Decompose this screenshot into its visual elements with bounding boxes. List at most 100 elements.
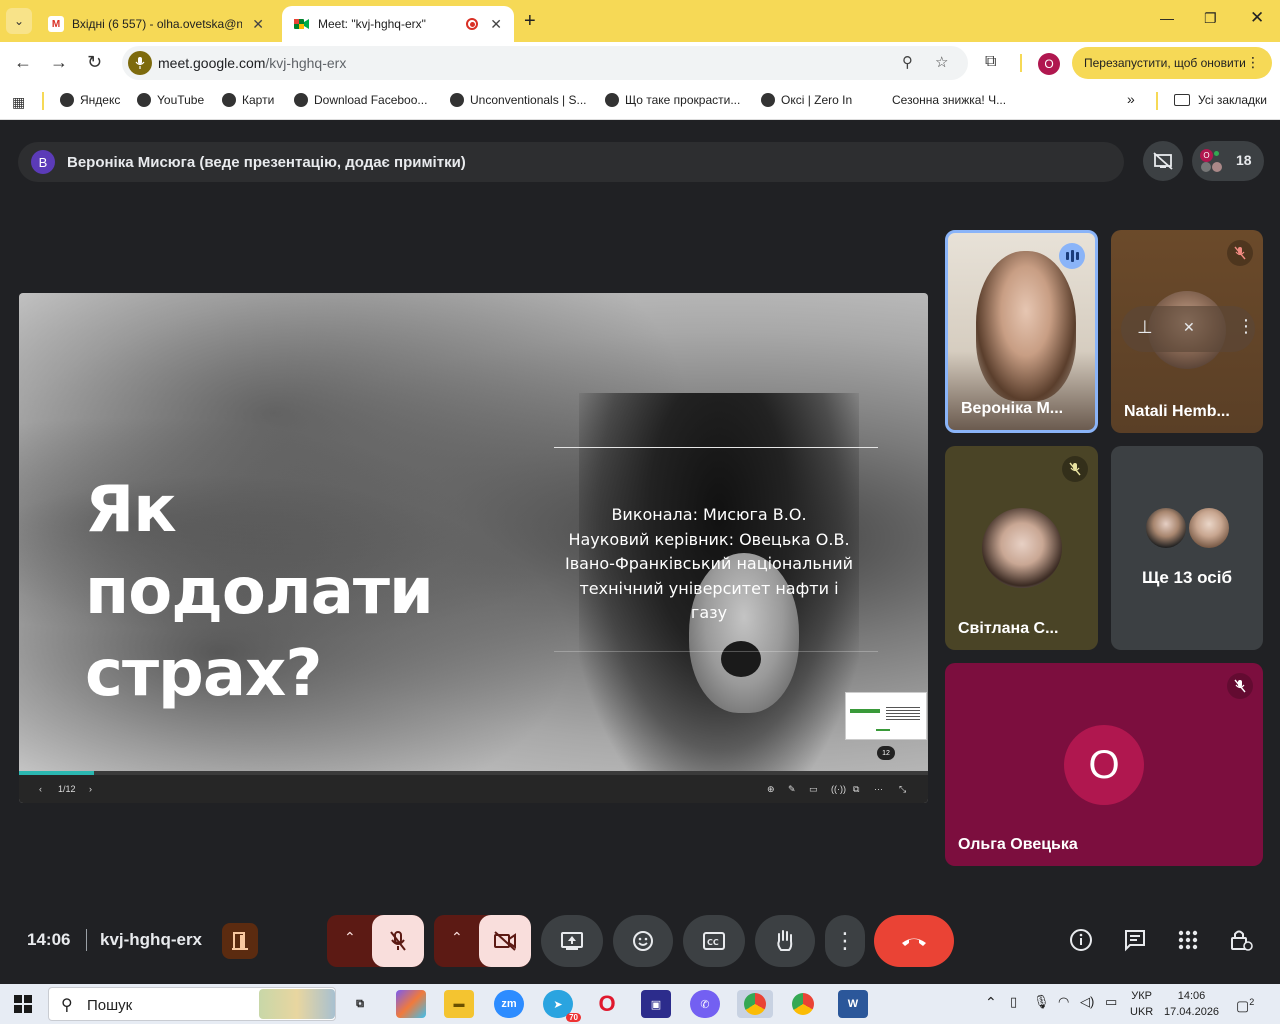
file-explorer-icon[interactable]: ▬ <box>444 990 474 1018</box>
pin-icon[interactable]: ⊥ <box>1137 317 1153 338</box>
audio-options-chevron-icon[interactable]: ⌃ <box>344 929 356 946</box>
apps-grid-icon[interactable]: ▦ <box>12 94 25 111</box>
close-tab-icon[interactable]: ✕ <box>490 16 502 33</box>
battery-icon[interactable]: ▭ <box>1105 994 1117 1010</box>
task-view-icon[interactable]: ⧉ <box>345 990 375 1018</box>
maximize-icon[interactable]: ❐ <box>1204 10 1217 27</box>
host-controls-button[interactable] <box>1226 925 1256 955</box>
participant-tile-natali[interactable]: ⊥ ✕ ⋮ Natali Hemb... <box>1111 230 1263 433</box>
bookmark-label: Що таке прокрасти... <box>625 93 741 107</box>
bookmark-item[interactable]: Яндекс <box>60 93 120 107</box>
chat-button[interactable] <box>1120 925 1150 955</box>
hide-presentation-button[interactable] <box>1143 141 1183 181</box>
bookmark-item[interactable]: Карти <box>222 93 274 107</box>
search-icon: ⚲ <box>61 997 73 1014</box>
microphone-permission-icon[interactable] <box>128 51 152 75</box>
raise-hand-button[interactable] <box>755 915 815 967</box>
keyboard-language[interactable]: УКР UKR <box>1130 988 1153 1020</box>
tab-meet[interactable]: Meet: "kvj-hghq-erx" ✕ <box>282 6 514 42</box>
participant-tile-olha[interactable]: О Ольга Овецька <box>945 663 1263 866</box>
volume-icon[interactable]: ◁) <box>1080 994 1094 1010</box>
back-icon[interactable]: ← <box>14 52 32 73</box>
more-menu-icon[interactable]: ⋮ <box>1246 54 1260 71</box>
tray-expand-icon[interactable]: ⌃ <box>985 994 997 1010</box>
minimize-icon[interactable]: — <box>1160 10 1174 26</box>
taskbar-clock[interactable]: 14:06 17.04.2026 <box>1164 988 1219 1020</box>
participant-tile-others[interactable]: Ще 13 осіб <box>1111 446 1263 650</box>
tab-gmail[interactable]: M Вхідні (6 557) - olha.ovetska@n ✕ <box>36 6 276 42</box>
zoom-icon[interactable]: ⚲ <box>902 53 913 71</box>
more-slide-icon[interactable]: ··· <box>874 784 883 794</box>
more-options-button[interactable]: ⋮ <box>825 915 865 967</box>
bookmark-item[interactable]: Сезонна знижка! Ч... <box>892 93 1006 107</box>
word-icon[interactable]: W <box>838 990 868 1018</box>
bookmark-item[interactable]: Що таке прокрасти... <box>605 93 740 107</box>
bookmark-star-icon[interactable]: ☆ <box>935 53 948 71</box>
zoom-app-icon[interactable]: zm <box>494 990 524 1018</box>
bookmarks-bar: ▦ Яндекс YouTube Карти Download Faceboo.… <box>0 84 1280 120</box>
participant-tile-veronika[interactable]: Вероніка М... <box>945 230 1098 433</box>
pen-icon[interactable]: ✎ <box>788 784 796 795</box>
video-options-chevron-icon[interactable]: ⌃ <box>451 929 463 946</box>
host-controls-door-icon[interactable] <box>222 923 258 959</box>
globe-icon <box>450 93 464 107</box>
bookmark-item[interactable]: YouTube <box>137 93 204 107</box>
telegram-icon[interactable]: ➤ 70 <box>543 990 581 1022</box>
tile-more-icon[interactable]: ⋮ <box>1237 316 1255 337</box>
notifications-icon[interactable]: ▢2 <box>1236 994 1254 1014</box>
bookmark-item[interactable]: Unconventionals | S... <box>450 93 587 107</box>
forward-icon[interactable]: → <box>50 52 68 73</box>
all-bookmarks-button[interactable]: Усі закладки <box>1174 93 1267 107</box>
meeting-details-button[interactable] <box>1066 925 1096 955</box>
profile-avatar[interactable]: O <box>1038 53 1060 75</box>
next-slide-icon[interactable]: › <box>89 784 92 794</box>
more-bookmarks-icon[interactable]: » <box>1127 91 1135 107</box>
leave-call-button[interactable] <box>874 915 954 967</box>
wifi-icon[interactable]: ◠ <box>1058 994 1069 1010</box>
exit-fullscreen-icon[interactable]: ⤡ <box>899 784 906 795</box>
prev-slide-icon[interactable]: ‹ <box>39 784 42 794</box>
bookmark-item[interactable]: Download Faceboo... <box>294 93 427 107</box>
captions-slide-icon[interactable]: ▭ <box>809 784 818 795</box>
address-bar[interactable]: meet.google.com/kvj-hghq-erx ⚲ ☆ <box>122 46 968 80</box>
copilot-icon[interactable] <box>396 990 426 1018</box>
participant-tile-svitlana[interactable]: Світлана С... <box>945 446 1098 650</box>
recording-icon <box>466 18 479 30</box>
close-window-icon[interactable]: ✕ <box>1250 8 1264 28</box>
presentation-slide[interactable]: Як подолати страх? Виконала: Мисюга В.О.… <box>19 293 928 803</box>
taskbar-search[interactable]: ⚲ Пошук <box>48 987 336 1021</box>
extensions-icon[interactable]: ⧉ <box>985 53 996 71</box>
tray-mic-icon[interactable]: 🎙 <box>1033 994 1050 1010</box>
opera-icon[interactable]: O <box>592 990 622 1018</box>
microphone-toggle-button[interactable] <box>372 915 424 967</box>
activities-button[interactable] <box>1173 925 1203 955</box>
update-chrome-button[interactable]: Перезапустити, щоб оновити ⋮ <box>1072 47 1272 79</box>
chrome-active-icon[interactable] <box>737 990 773 1018</box>
chrome-icon[interactable] <box>788 990 818 1018</box>
tab-search-button[interactable]: ⌄ <box>6 8 32 34</box>
mute-participant-icon[interactable]: ✕ <box>1183 319 1195 336</box>
reactions-button[interactable] <box>613 915 673 967</box>
captions-button[interactable]: CC <box>683 915 745 967</box>
zoom-slide-icon[interactable]: ⊕ <box>767 784 775 795</box>
mic-off-icon <box>1227 240 1253 266</box>
new-tab-button[interactable]: + <box>524 10 536 33</box>
bookmarks-divider <box>1156 92 1158 110</box>
camera-toggle-button[interactable] <box>479 915 531 967</box>
apps-grid-icon <box>1178 930 1198 950</box>
tray-device-icon[interactable]: ▯ <box>1010 994 1017 1010</box>
slide-thumbnail[interactable] <box>845 692 927 740</box>
present-screen-button[interactable] <box>541 915 603 967</box>
close-tab-icon[interactable]: ✕ <box>252 16 264 33</box>
layout-icon[interactable]: ⧉ <box>853 784 859 795</box>
bookmark-item[interactable]: Оксі | Zero In <box>761 93 852 107</box>
participant-initial-avatar: О <box>1064 725 1144 805</box>
windows-start-icon[interactable] <box>14 995 32 1018</box>
broadcast-icon[interactable]: ((·)) <box>831 784 846 794</box>
search-placeholder: Пошук <box>87 997 133 1014</box>
participant-video <box>976 251 1076 401</box>
save-app-icon[interactable]: ▣ <box>641 990 671 1018</box>
reload-icon[interactable]: ↻ <box>87 52 102 73</box>
viber-icon[interactable]: ✆ <box>690 990 720 1018</box>
participants-button[interactable]: O 18 <box>1192 141 1264 181</box>
